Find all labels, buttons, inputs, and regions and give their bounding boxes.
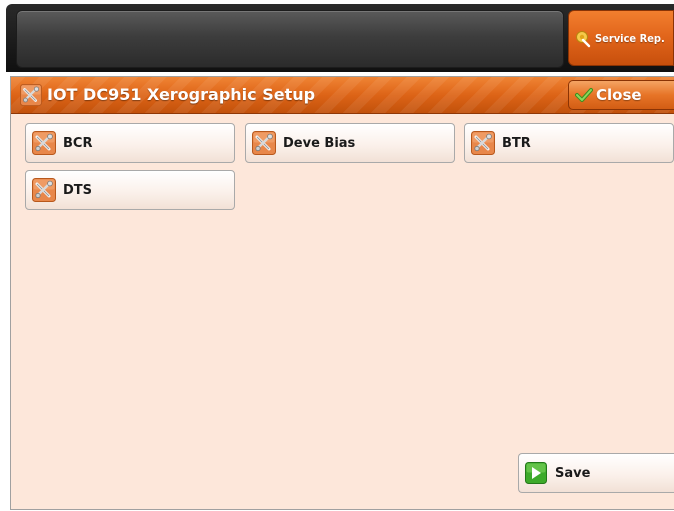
deve-bias-button[interactable]: Deve Bias	[245, 123, 455, 163]
tools-icon	[471, 131, 495, 155]
save-label: Save	[555, 465, 591, 481]
dts-button[interactable]: DTS	[25, 170, 235, 210]
btr-label: BTR	[502, 135, 531, 151]
deve-bias-label: Deve Bias	[283, 135, 356, 151]
service-rep-label: Service Rep.	[595, 31, 665, 45]
service-rep-button[interactable]: Service Rep.	[568, 10, 674, 66]
btr-button[interactable]: BTR	[464, 123, 674, 163]
play-icon	[525, 462, 547, 484]
close-button[interactable]: Close	[568, 80, 674, 110]
tools-icon	[32, 178, 56, 202]
tools-icon	[20, 84, 42, 106]
bcr-label: BCR	[63, 135, 93, 151]
checkmark-icon	[575, 88, 593, 102]
panel-title: IOT DC951 Xerographic Setup	[47, 85, 316, 104]
bcr-button[interactable]: BCR	[25, 123, 235, 163]
tools-icon	[32, 131, 56, 155]
screen: Service Rep. IOT DC951 Xerographic Setup…	[0, 0, 674, 511]
service-rep-icon	[576, 31, 591, 48]
tools-icon	[252, 131, 276, 155]
panel-header: IOT DC951 Xerographic Setup Close	[11, 77, 674, 114]
close-label: Close	[596, 86, 642, 104]
save-button[interactable]: Save	[518, 453, 674, 493]
status-display	[16, 10, 564, 68]
dts-label: DTS	[63, 182, 93, 198]
